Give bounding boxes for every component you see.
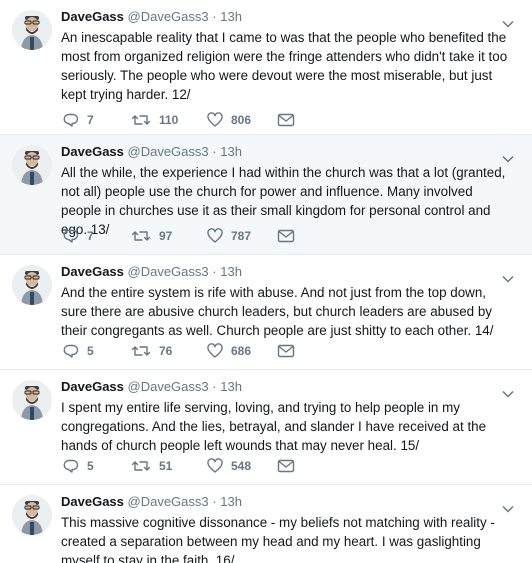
timestamp[interactable]: 13h (220, 494, 242, 509)
heart-icon (207, 112, 223, 127)
display-name[interactable]: DaveGass (61, 494, 124, 509)
chevron-down-icon[interactable] (502, 275, 514, 283)
reply-button[interactable]: 5 (63, 342, 94, 360)
reply-icon (63, 229, 79, 243)
retweet-icon (131, 231, 151, 241)
retweet-count: 110 (159, 113, 179, 127)
reply-count: 5 (87, 459, 94, 473)
display-name[interactable]: DaveGass (61, 379, 124, 394)
retweet-button[interactable]: 97 (131, 227, 172, 245)
like-button[interactable]: 806 (207, 111, 251, 129)
envelope-icon (277, 113, 295, 127)
tweet[interactable]: DaveGass @DaveGass3 · 13h An inescapable… (0, 0, 532, 135)
like-count: 806 (231, 113, 252, 127)
tweet[interactable]: DaveGass @DaveGass3 · 13h All the while,… (0, 135, 532, 255)
like-button[interactable]: 787 (207, 227, 251, 245)
retweet-button[interactable]: 110 (131, 111, 178, 129)
reply-icon (63, 459, 79, 473)
retweet-icon (131, 346, 151, 356)
tweet-text: An inescapable reality that I came to wa… (61, 30, 508, 102)
separator-dot: · (212, 9, 217, 24)
like-button[interactable]: 548 (207, 457, 251, 475)
separator-dot: · (212, 264, 217, 279)
like-button[interactable]: 686 (207, 342, 251, 360)
dm-button[interactable] (277, 342, 295, 360)
separator-dot: · (212, 144, 217, 159)
tweet[interactable]: DaveGass @DaveGass3 · 13h And the entire… (0, 255, 532, 370)
tweet-text: This massive cognitive dissonance - my b… (61, 515, 495, 563)
user-handle[interactable]: @DaveGass3 (128, 379, 209, 394)
chevron-down-icon[interactable] (502, 505, 514, 513)
user-handle[interactable]: @DaveGass3 (128, 9, 209, 24)
reply-button[interactable]: 7 (63, 111, 94, 129)
user-handle[interactable]: @DaveGass3 (128, 144, 209, 159)
like-count: 686 (231, 344, 252, 358)
envelope-icon (277, 459, 295, 473)
tweet-actions: 7 97 787 (61, 227, 361, 245)
user-handle[interactable]: @DaveGass3 (128, 264, 209, 279)
heart-icon (207, 228, 223, 243)
reply-count: 5 (87, 344, 94, 358)
chevron-down-icon[interactable] (502, 20, 514, 28)
display-name[interactable]: DaveGass (61, 9, 124, 24)
reply-icon (63, 344, 79, 358)
retweet-count: 51 (159, 459, 173, 473)
dm-button[interactable] (277, 457, 295, 475)
reply-button[interactable]: 7 (63, 227, 94, 245)
like-count: 787 (231, 229, 252, 243)
heart-icon (207, 343, 223, 358)
separator-dot: · (212, 379, 217, 394)
tweet-text: I spent my entire life serving, loving, … (61, 400, 487, 453)
avatar[interactable] (12, 265, 52, 305)
retweet-count: 97 (159, 229, 173, 243)
retweet-button[interactable]: 51 (131, 457, 172, 475)
reply-button[interactable]: 5 (63, 457, 94, 475)
display-name[interactable]: DaveGass (61, 264, 124, 279)
envelope-icon (277, 229, 295, 243)
envelope-icon (277, 344, 295, 358)
timeline: DaveGass @DaveGass3 · 13h An inescapable… (0, 0, 532, 563)
chevron-down-icon[interactable] (502, 155, 514, 163)
display-name[interactable]: DaveGass (61, 144, 124, 159)
timestamp[interactable]: 13h (220, 379, 242, 394)
heart-icon (207, 458, 223, 473)
timestamp[interactable]: 13h (220, 264, 242, 279)
reply-count: 7 (87, 229, 94, 243)
reply-icon (63, 113, 79, 127)
avatar[interactable] (12, 380, 52, 420)
like-count: 548 (231, 459, 252, 473)
dm-button[interactable] (277, 111, 295, 129)
timestamp[interactable]: 13h (220, 9, 242, 24)
avatar[interactable] (12, 495, 52, 535)
dm-button[interactable] (277, 227, 295, 245)
retweet-icon (131, 115, 151, 125)
tweet-text: And the entire system is rife with abuse… (61, 285, 494, 338)
avatar[interactable] (12, 10, 52, 50)
tweet-actions: 5 51 548 (61, 457, 361, 475)
tweet-actions: 5 76 686 (61, 342, 361, 360)
timestamp[interactable]: 13h (220, 144, 242, 159)
tweet-actions: 7 110 806 (61, 111, 361, 129)
retweet-button[interactable]: 76 (131, 342, 172, 360)
reply-count: 7 (87, 113, 94, 127)
user-handle[interactable]: @DaveGass3 (128, 494, 209, 509)
tweet[interactable]: DaveGass @DaveGass3 · 13h This massive c… (0, 485, 532, 563)
retweet-icon (131, 461, 151, 471)
separator-dot: · (212, 494, 217, 509)
chevron-down-icon[interactable] (502, 390, 514, 398)
tweet[interactable]: DaveGass @DaveGass3 · 13h I spent my ent… (0, 370, 532, 485)
avatar[interactable] (12, 145, 52, 185)
retweet-count: 76 (159, 344, 173, 358)
